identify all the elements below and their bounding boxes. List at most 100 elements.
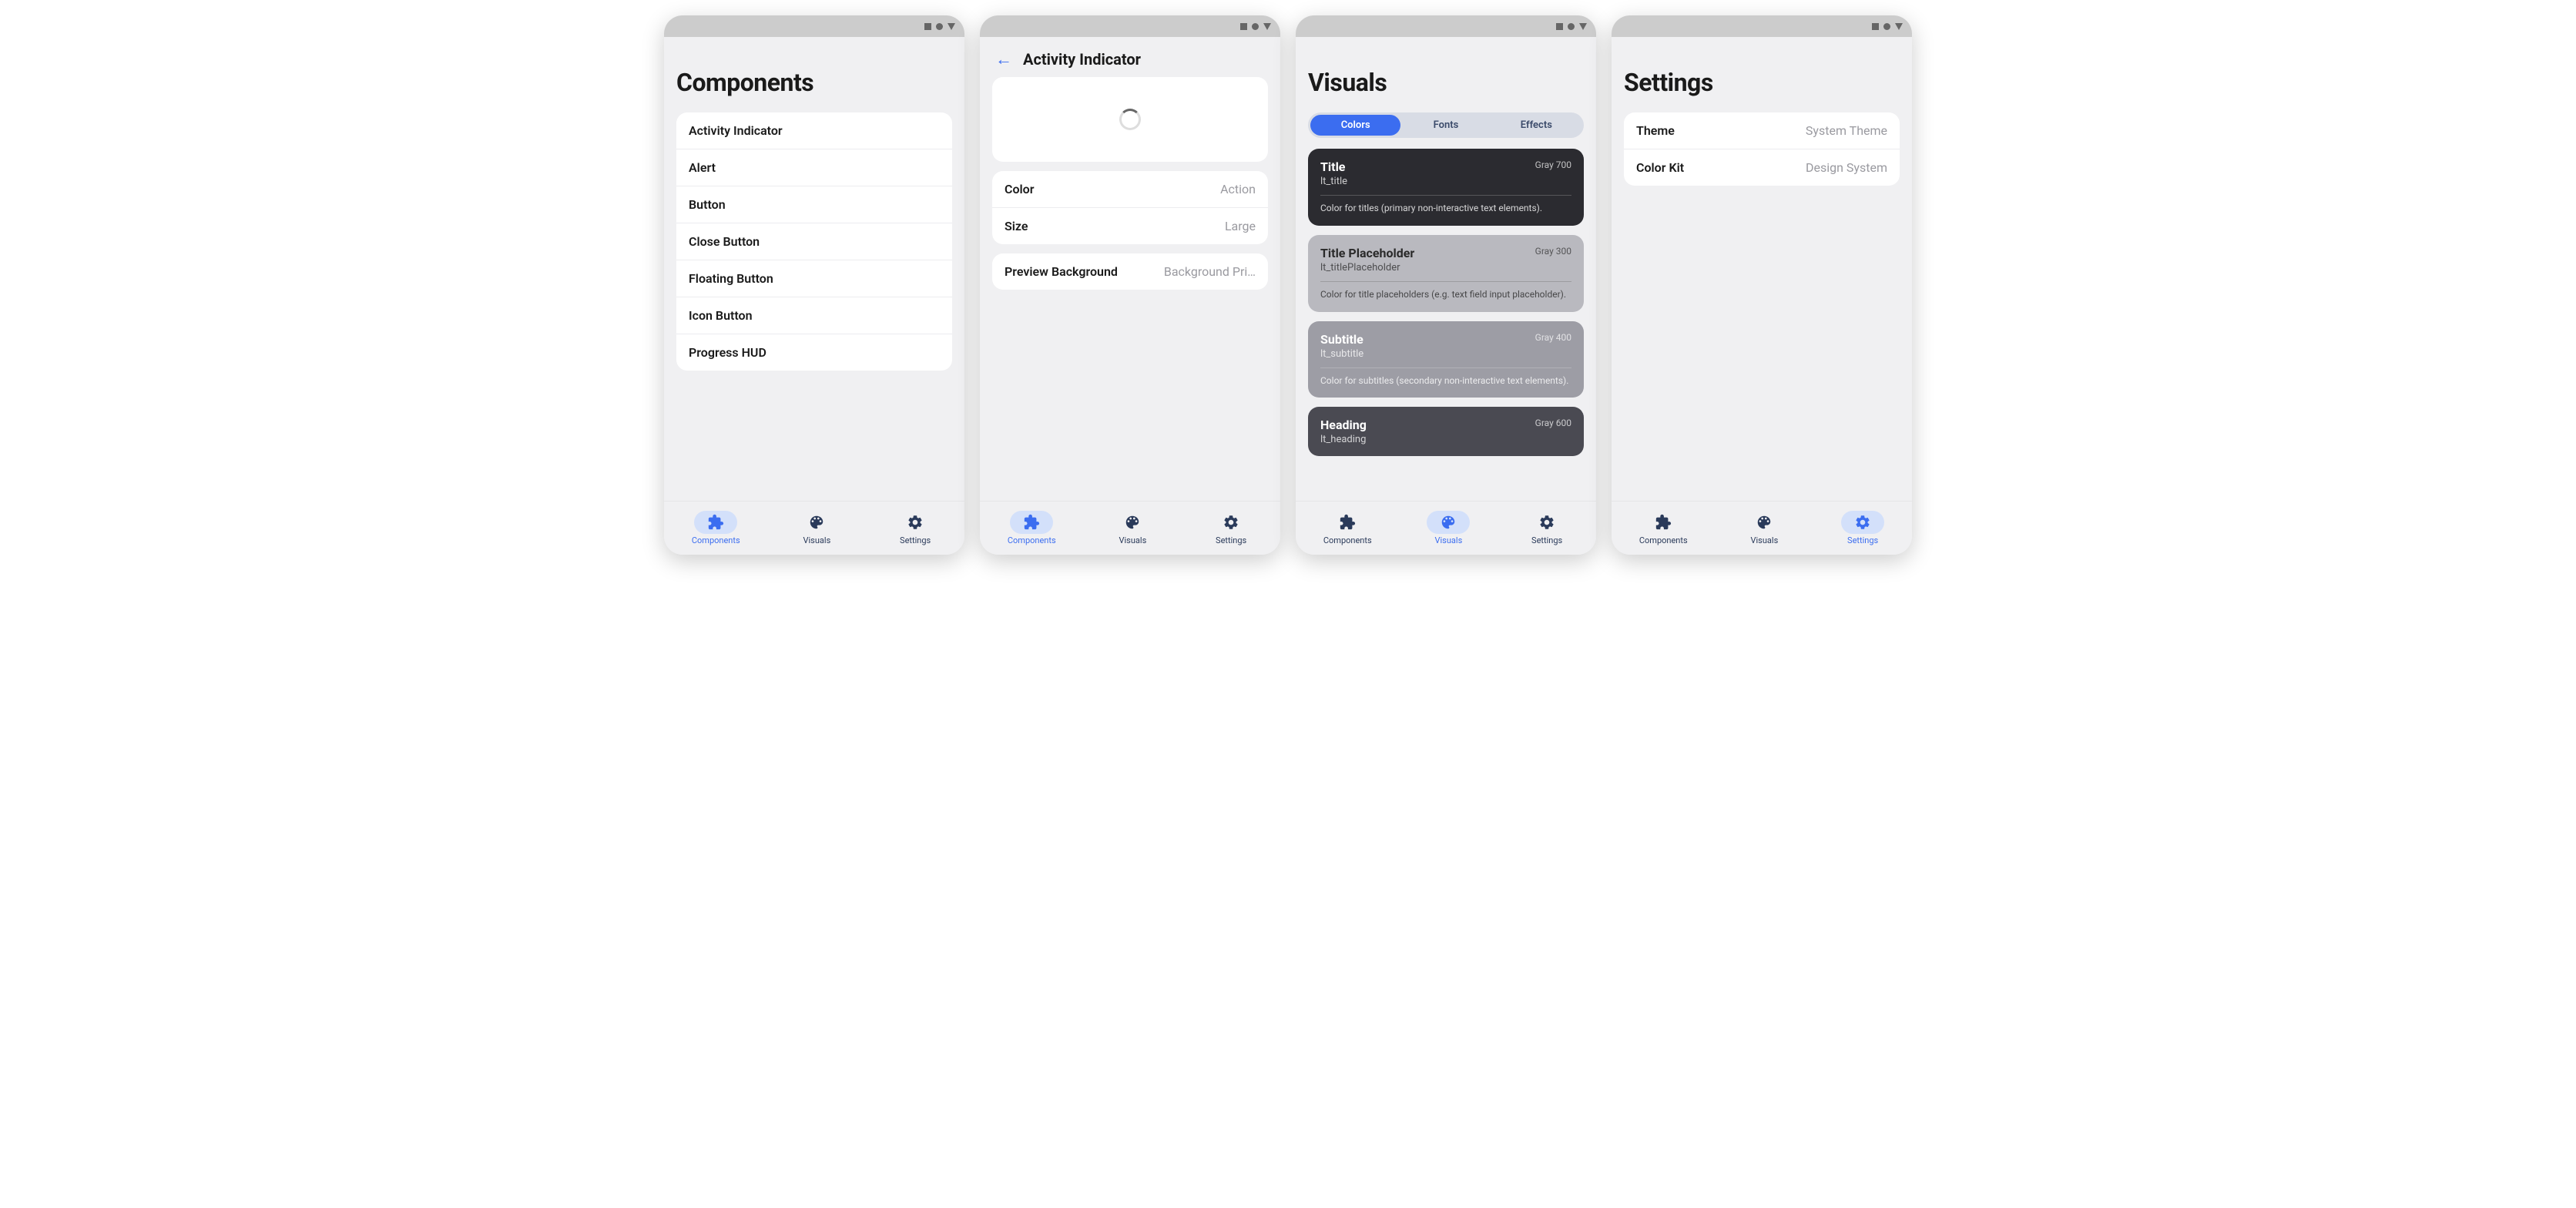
list-item[interactable]: Alert: [676, 149, 952, 186]
color-token: lt_titlePlaceholder: [1320, 262, 1414, 273]
status-bar: [1612, 15, 1912, 37]
tab-settings[interactable]: Settings: [1209, 511, 1253, 545]
tab-settings[interactable]: Settings: [1841, 511, 1884, 545]
palette-icon: [808, 514, 825, 531]
notch-icon: [1883, 23, 1890, 30]
signal-icon: [1556, 23, 1563, 30]
props-list: Color Action Size Large: [992, 171, 1268, 244]
color-name: Title Placeholder: [1320, 246, 1414, 260]
color-tag: Gray 600: [1535, 418, 1571, 428]
color-name: Heading: [1320, 418, 1367, 432]
tab-label: Components: [1639, 535, 1688, 545]
prop-label: Size: [1005, 219, 1028, 233]
list-item[interactable]: Icon Button: [676, 297, 952, 334]
bottom-nav: Components Visuals Settings: [1612, 501, 1912, 555]
tab-label: Components: [1323, 535, 1372, 545]
color-tag: Gray 700: [1535, 159, 1571, 170]
signal-icon: [1872, 23, 1879, 30]
prop-color[interactable]: Color Action: [992, 171, 1268, 208]
color-card-subtitle[interactable]: Subtitle lt_subtitle Gray 400 Color for …: [1308, 321, 1584, 398]
tab-label: Settings: [900, 535, 931, 545]
prop-size[interactable]: Size Large: [992, 208, 1268, 244]
back-button[interactable]: ←: [995, 49, 1012, 69]
preview-area: [992, 77, 1268, 162]
spinner-icon: [1119, 109, 1141, 130]
prop-value: Large: [1225, 219, 1256, 233]
list-item[interactable]: Progress HUD: [676, 334, 952, 371]
prop-label: Color: [1005, 182, 1034, 196]
tab-components[interactable]: Components: [1639, 511, 1688, 545]
tab-label: Settings: [1216, 535, 1246, 545]
list-item[interactable]: Close Button: [676, 223, 952, 260]
page-title: Settings: [1624, 68, 1900, 97]
tab-label: Components: [692, 535, 740, 545]
segment-colors[interactable]: Colors: [1310, 115, 1400, 136]
gear-icon: [907, 514, 924, 531]
setting-value: System Theme: [1806, 123, 1887, 138]
palette-icon: [1756, 514, 1773, 531]
list-item[interactable]: Floating Button: [676, 260, 952, 297]
tab-components[interactable]: Components: [1008, 511, 1056, 545]
notch-icon: [936, 23, 943, 30]
prop-preview-bg[interactable]: Preview Background Background Pri…: [992, 253, 1268, 290]
components-list: Activity Indicator Alert Button Close Bu…: [676, 112, 952, 371]
tab-label: Settings: [1531, 535, 1562, 545]
color-desc: Color for title placeholders (e.g. text …: [1320, 288, 1571, 301]
color-token: lt_heading: [1320, 434, 1367, 445]
segment-effects[interactable]: Effects: [1491, 115, 1581, 136]
prop-value: Background Pri…: [1164, 264, 1256, 279]
tab-label: Visuals: [1119, 535, 1147, 545]
color-name: Subtitle: [1320, 332, 1363, 347]
setting-value: Design System: [1806, 160, 1887, 175]
segment-control: Colors Fonts Effects: [1308, 112, 1584, 138]
page-title: Visuals: [1308, 68, 1584, 97]
color-token: lt_title: [1320, 176, 1347, 187]
status-bar: [1296, 15, 1596, 37]
setting-theme[interactable]: Theme System Theme: [1624, 112, 1900, 149]
segment-fonts[interactable]: Fonts: [1400, 115, 1491, 136]
bottom-nav: Components Visuals Settings: [1296, 501, 1596, 555]
prop-value: Action: [1220, 182, 1256, 196]
status-bar: [980, 15, 1280, 37]
dropdown-icon: [948, 23, 955, 30]
color-card-title-placeholder[interactable]: Title Placeholder lt_titlePlaceholder Gr…: [1308, 235, 1584, 312]
bottom-nav: Components Visuals Settings: [980, 501, 1280, 555]
tab-label: Visuals: [1435, 535, 1463, 545]
puzzle-icon: [707, 514, 724, 531]
color-tag: Gray 400: [1535, 332, 1571, 343]
settings-list: Theme System Theme Color Kit Design Syst…: [1624, 112, 1900, 186]
notch-icon: [1568, 23, 1575, 30]
detail-title: Activity Indicator: [1023, 50, 1141, 69]
puzzle-icon: [1339, 514, 1356, 531]
tab-label: Settings: [1847, 535, 1878, 545]
tab-components[interactable]: Components: [1323, 511, 1372, 545]
tab-visuals[interactable]: Visuals: [1111, 511, 1154, 545]
setting-color-kit[interactable]: Color Kit Design System: [1624, 149, 1900, 186]
tab-visuals[interactable]: Visuals: [1427, 511, 1470, 545]
signal-icon: [924, 23, 931, 30]
tab-settings[interactable]: Settings: [1525, 511, 1568, 545]
list-item[interactable]: Activity Indicator: [676, 112, 952, 149]
color-card-heading[interactable]: Heading lt_heading Gray 600: [1308, 407, 1584, 456]
tab-label: Components: [1008, 535, 1056, 545]
preview-bg-list: Preview Background Background Pri…: [992, 253, 1268, 290]
screen-visuals: Visuals Colors Fonts Effects Title lt_ti…: [1296, 15, 1596, 555]
color-desc: Color for subtitles (secondary non-inter…: [1320, 374, 1571, 388]
color-name: Title: [1320, 159, 1347, 174]
color-card-title[interactable]: Title lt_title Gray 700 Color for titles…: [1308, 149, 1584, 226]
gear-icon: [1854, 514, 1871, 531]
prop-label: Preview Background: [1005, 264, 1118, 279]
page-title: Components: [676, 68, 952, 97]
tab-components[interactable]: Components: [692, 511, 740, 545]
color-desc: Color for titles (primary non-interactiv…: [1320, 202, 1571, 215]
list-item[interactable]: Button: [676, 186, 952, 223]
palette-icon: [1124, 514, 1141, 531]
tab-visuals[interactable]: Visuals: [1742, 511, 1786, 545]
tab-settings[interactable]: Settings: [894, 511, 937, 545]
setting-label: Theme: [1636, 123, 1675, 138]
tab-label: Visuals: [803, 535, 831, 545]
tab-visuals[interactable]: Visuals: [795, 511, 838, 545]
puzzle-icon: [1023, 514, 1040, 531]
screen-activity-indicator: ← Activity Indicator Color Action Size L…: [980, 15, 1280, 555]
palette-icon: [1440, 514, 1457, 531]
